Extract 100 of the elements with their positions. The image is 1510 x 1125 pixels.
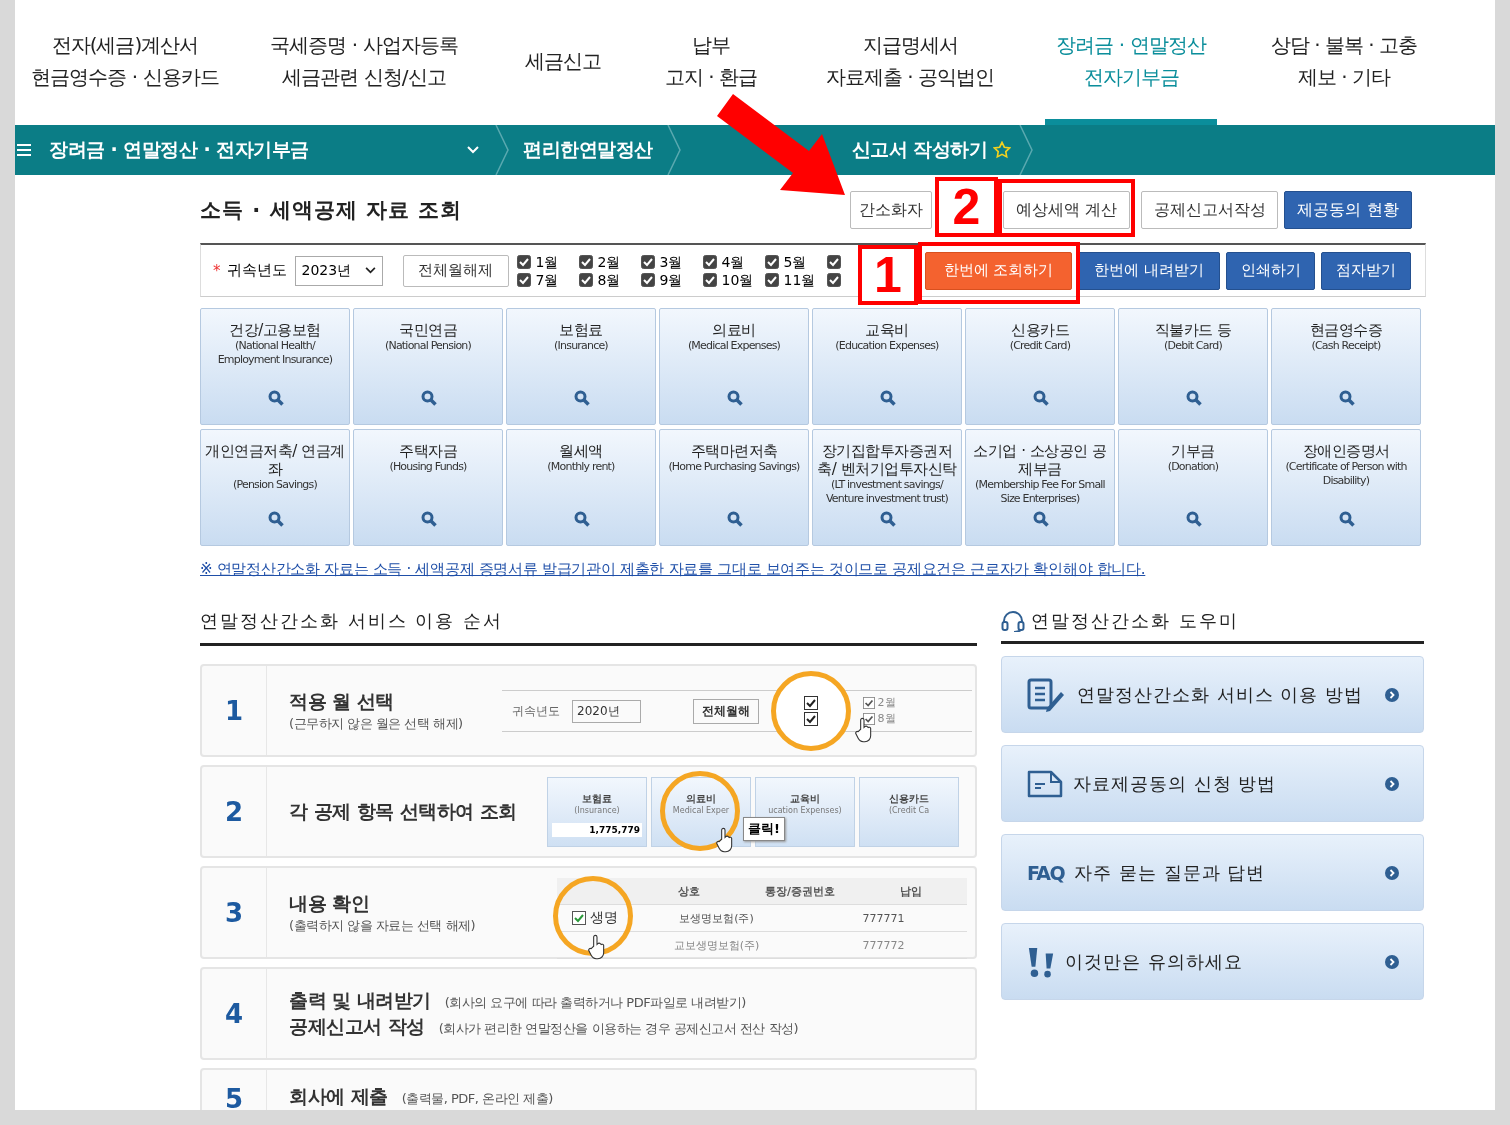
- star-icon[interactable]: [993, 141, 1012, 159]
- step-marker: 1: [858, 245, 918, 305]
- panel-title: 연말정산간소화 도우미: [1031, 609, 1239, 633]
- toolbar-button[interactable]: 예상세액 계산: [1003, 191, 1130, 229]
- deduction-tile[interactable]: 장기집합투자증권저축/ 벤처기업투자신탁 (LT investment savings/ Venture investment trust): [812, 429, 962, 546]
- demo-tile: 신용카드 (Credit Ca: [859, 777, 959, 847]
- step-title: 내용 확인: [289, 890, 371, 916]
- search-icon: [1033, 390, 1049, 406]
- deduction-tile[interactable]: 소기업 · 소상공인 공제부금 (Membership Fee For Small Size Enterprises): [965, 429, 1115, 546]
- step-note: (출력하지 않을 자료는 선택 해제): [289, 916, 476, 935]
- search-icon: [727, 390, 743, 406]
- year-select[interactable]: 2023년: [294, 255, 383, 286]
- step-number: 1: [202, 666, 267, 755]
- chevron-right-icon: [1385, 954, 1399, 969]
- month-checkbox[interactable]: [640, 254, 655, 269]
- search-icon: [880, 390, 896, 406]
- exclamation-icon: [1027, 945, 1055, 978]
- action-button[interactable]: 한번에 내려받기: [1078, 251, 1220, 290]
- month-checkbox[interactable]: [516, 254, 531, 269]
- help-link-button[interactable]: 연말정산간소화 서비스 이용 방법: [1001, 656, 1424, 733]
- menu-icon[interactable]: [17, 144, 31, 156]
- step-number: 2: [202, 767, 267, 856]
- document-icon: [1027, 769, 1063, 798]
- month-checkbox[interactable]: [764, 254, 779, 269]
- month-checkbox[interactable]: [578, 254, 593, 269]
- search-icon: [1186, 511, 1202, 527]
- deduction-tile[interactable]: 의료비 (Medical Expenses): [659, 308, 809, 425]
- headset-icon: [1001, 610, 1025, 632]
- nav-tab[interactable]: 세금신고: [493, 8, 633, 125]
- demo-cell-text: 777771: [861, 911, 906, 925]
- chevron-right-icon: [1385, 687, 1399, 702]
- search-icon: [1186, 390, 1202, 406]
- search-icon: [880, 511, 896, 527]
- nav-tab[interactable]: 국세증명 · 사업자등록 세금관련 신청/신고: [235, 8, 493, 125]
- step-note: (회사의 요구에 따라 출력하거나 PDF파일로 내려받기): [444, 993, 746, 1012]
- deduction-tile[interactable]: 기부금 (Donation): [1118, 429, 1268, 546]
- action-button[interactable]: 인쇄하기: [1226, 251, 1315, 290]
- help-link-button[interactable]: 이것만은 유의하세요: [1001, 923, 1424, 1000]
- notice-link[interactable]: ※ 연말정산간소화 자료는 소득 · 세액공제 증명서류 발급기관이 제출한 자료를 그대로 보여주는 것이므로 공제요건은 근로자가 확인해야 합니다.: [200, 560, 1426, 579]
- step-note: (출력물, PDF, 온라인 제출): [401, 1090, 553, 1108]
- step-title: 출력 및 내려받기: [289, 987, 431, 1013]
- deduction-tile[interactable]: 현금영수증 (Cash Receipt): [1271, 308, 1421, 425]
- month-label: 2월: [597, 253, 621, 270]
- month-checkbox[interactable]: [702, 272, 717, 287]
- search-icon: [1339, 390, 1355, 406]
- hand-cursor-icon: [715, 827, 735, 853]
- deduction-tile[interactable]: 보험료 (Insurance): [506, 308, 656, 425]
- deduction-tile[interactable]: 주택자금 (Housing Funds): [353, 429, 503, 546]
- step-marker: 2: [935, 177, 998, 237]
- month-checkbox[interactable]: [764, 272, 779, 287]
- demo-header: 통장/증권번호: [763, 883, 836, 899]
- deduction-tile[interactable]: 건강/고용보험 (National Health/ Employment Insurance): [200, 308, 350, 425]
- deduction-tile[interactable]: 직불카드 등 (Debit Card): [1118, 308, 1268, 425]
- month-checkbox[interactable]: [516, 272, 531, 287]
- month-label: 7월: [535, 271, 559, 288]
- breadcrumb-link[interactable]: 신고서 작성하기: [845, 137, 994, 163]
- deduction-tile[interactable]: 신용카드 (Credit Card): [965, 308, 1115, 425]
- month-checkbox[interactable]: [578, 272, 593, 287]
- month-label: 3월: [659, 253, 683, 270]
- nav-tab[interactable]: 상담 · 불복 · 고충 제보 · 기타: [1231, 8, 1457, 125]
- toolbar-button[interactable]: 공제신고서작성: [1141, 191, 1278, 229]
- nav-tab[interactable]: 납부 고지 · 환급: [633, 8, 789, 125]
- search-icon: [268, 511, 284, 527]
- toolbar-button[interactable]: 간소화자: [850, 191, 932, 229]
- breadcrumb-separator-icon: [1019, 125, 1034, 175]
- deduction-tile[interactable]: 국민연금 (National Pension): [353, 308, 503, 425]
- step-number: 3: [202, 868, 267, 957]
- month-checkbox[interactable]: [640, 272, 655, 287]
- nav-tab[interactable]: 지급명세서 자료제출 · 공익법인: [789, 8, 1031, 125]
- breadcrumb-link[interactable]: 편리한연말정산: [509, 137, 667, 163]
- clear-months-button[interactable]: 전체월해제: [402, 254, 509, 287]
- deduction-tile[interactable]: 개인연금저축/ 연금계좌 (Pension Savings): [200, 429, 350, 546]
- action-button[interactable]: 점자받기: [1321, 251, 1411, 290]
- year-label: 귀속년도: [226, 261, 287, 280]
- required-mark: *: [213, 261, 221, 280]
- search-icon: [421, 511, 437, 527]
- search-icon: [268, 390, 284, 406]
- chevron-right-icon: [1385, 776, 1399, 791]
- search-icon: [421, 390, 437, 406]
- deduction-tile[interactable]: 장애인증명서 (Certificate of Person with Disability): [1271, 429, 1421, 546]
- panel-title: 연말정산간소화 서비스 이용 순서: [200, 609, 977, 646]
- nav-tab[interactable]: 전자(세금)계산서 현금영수증 · 신용카드: [15, 8, 235, 125]
- month-checkbox[interactable]: [702, 254, 717, 269]
- demo-month-label: 8월: [877, 712, 896, 726]
- step-number: 4: [202, 969, 267, 1058]
- month-checkbox[interactable]: [826, 254, 841, 269]
- step-title: 공제신고서 작성: [289, 1013, 425, 1039]
- demo-cell: 생명: [590, 909, 618, 927]
- toolbar-button[interactable]: 제공동의 현황: [1284, 191, 1412, 229]
- deduction-tile[interactable]: 월세액 (Monthly rent): [506, 429, 656, 546]
- search-icon: [727, 511, 743, 527]
- help-link-button[interactable]: FAQ 자주 묻는 질문과 답변: [1001, 834, 1424, 911]
- month-checkbox[interactable]: [826, 272, 841, 287]
- step-number: 5: [202, 1070, 267, 1110]
- breadcrumb-dropdown[interactable]: 장려금 · 연말정산 · 전자기부금: [49, 137, 467, 163]
- help-link-button[interactable]: 자료제공동의 신청 방법: [1001, 745, 1424, 822]
- deduction-tile[interactable]: 주택마련저축 (Home Purchasing Savings): [659, 429, 809, 546]
- month-label: 5월: [783, 253, 807, 270]
- deduction-tile[interactable]: 교육비 (Education Expenses): [812, 308, 962, 425]
- demo-header: 상호: [676, 883, 701, 899]
